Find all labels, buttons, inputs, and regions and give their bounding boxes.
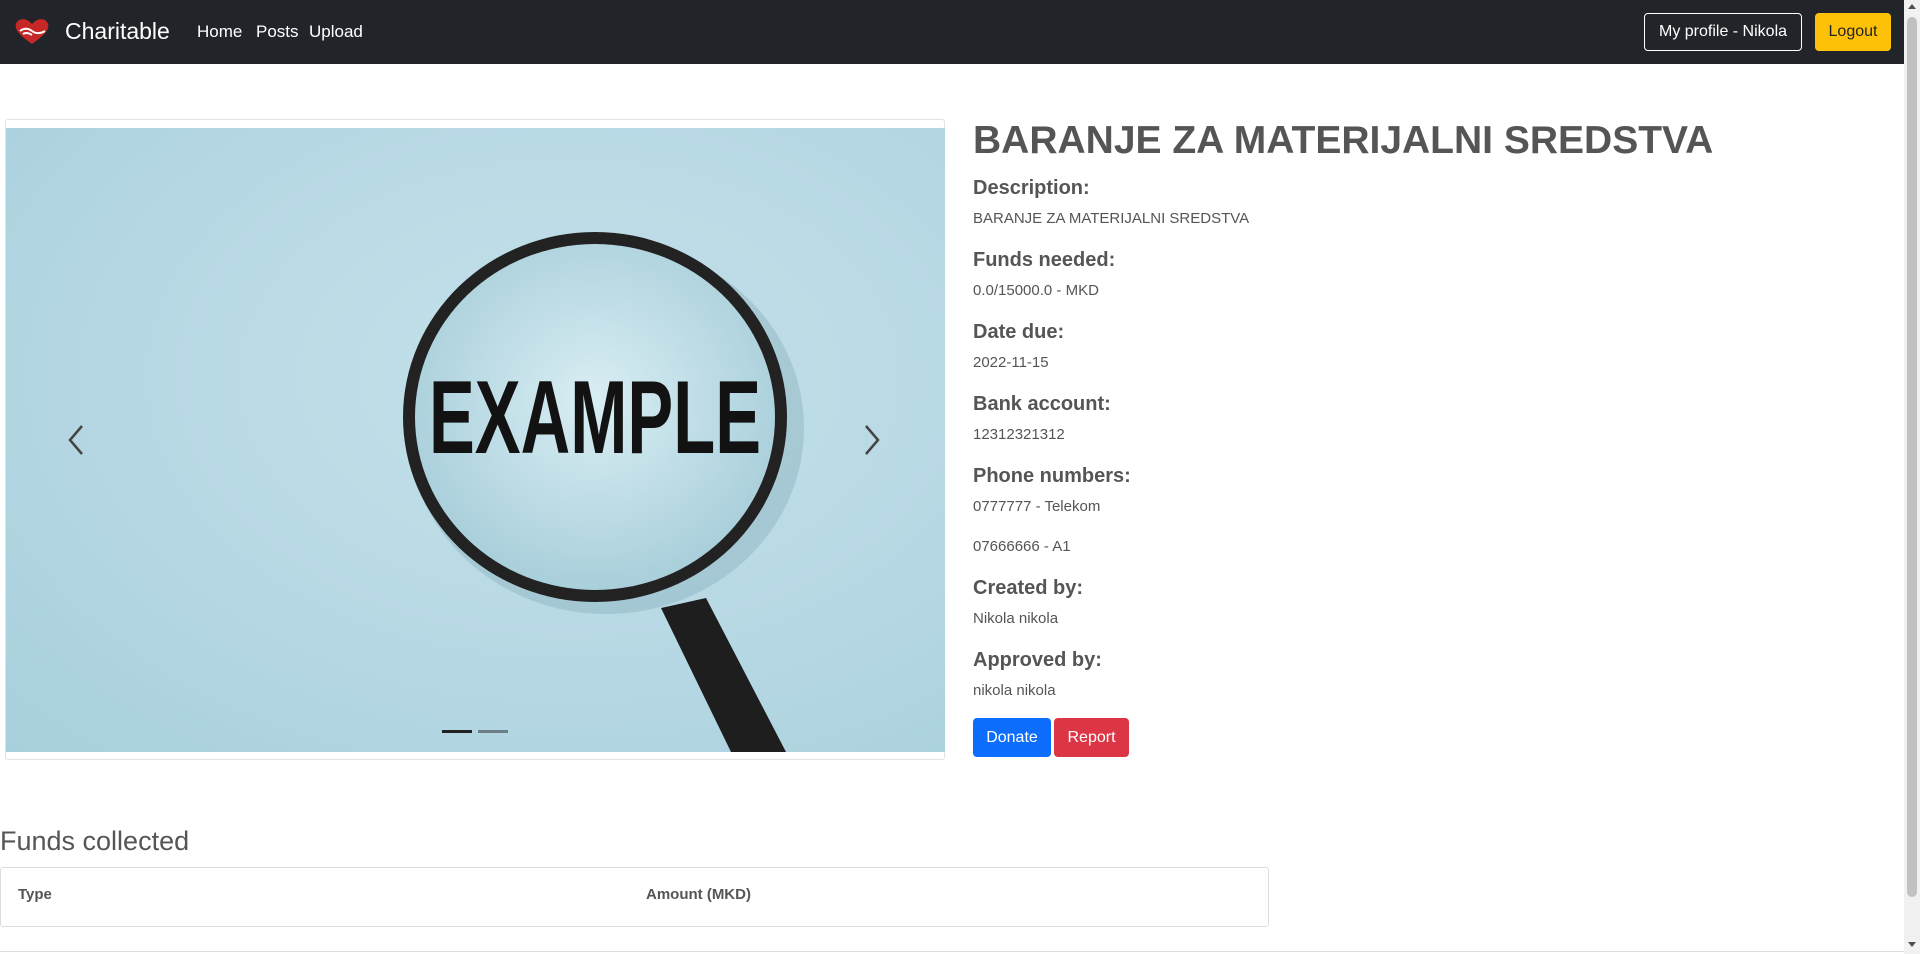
phone-number-item: 07666666 - A1 — [973, 538, 1071, 555]
funds-needed-value: 0.0/15000.0 - MKD — [973, 282, 1099, 299]
magnifier-example-image: EXAMPLE — [403, 232, 804, 752]
phone-numbers-label: Phone numbers: — [973, 465, 1131, 487]
created-by-value: Nikola nikola — [973, 610, 1059, 627]
date-due-value: 2022-11-15 — [973, 354, 1049, 371]
nav-upload-link[interactable]: Upload — [309, 22, 363, 42]
approved-by-label: Approved by: — [973, 649, 1102, 671]
page-scrollbar[interactable] — [1904, 0, 1920, 954]
carousel-indicators — [442, 730, 508, 734]
my-profile-button[interactable]: My profile - Nikola — [1644, 13, 1802, 51]
created-by-label: Created by: — [973, 577, 1084, 599]
funds-needed-label: Funds needed: — [973, 249, 1116, 271]
scroll-up-arrow-icon[interactable] — [1908, 4, 1916, 9]
date-due-label: Date due: — [973, 321, 1065, 343]
approved-by-value: nikola nikola — [973, 682, 1056, 699]
carousel-indicator-2[interactable] — [478, 730, 508, 733]
funds-collected-heading: Funds collected — [0, 826, 190, 856]
table-header-type: Type — [18, 886, 52, 903]
bank-account-value: 12312321312 — [973, 426, 1065, 443]
funds-collected-table: Type Amount (MKD) — [0, 867, 1269, 927]
post-title: BARANJE ZA MATERIJALNI SREDSTVA — [973, 119, 1714, 162]
logout-button[interactable]: Logout — [1815, 13, 1891, 51]
brand-name[interactable]: Charitable — [65, 18, 170, 45]
donate-button[interactable]: Donate — [973, 718, 1051, 757]
carousel-indicator-1[interactable] — [442, 730, 472, 733]
carousel-next-arrow-icon[interactable] — [860, 423, 884, 457]
top-navbar: Charitable Home Posts Upload My profile … — [0, 0, 1904, 64]
phone-number-item: 0777777 - Telekom — [973, 498, 1101, 515]
description-value: BARANJE ZA MATERIJALNI SREDSTVA — [973, 210, 1250, 227]
heart-logo-icon[interactable] — [12, 17, 52, 47]
report-button[interactable]: Report — [1054, 718, 1129, 757]
example-word: EXAMPLE — [429, 360, 761, 476]
table-header-amount: Amount (MKD) — [646, 886, 751, 903]
bank-account-label: Bank account: — [973, 393, 1111, 415]
nav-home-link[interactable]: Home — [197, 22, 242, 42]
carousel-prev-arrow-icon[interactable] — [64, 423, 88, 457]
scrollbar-thumb[interactable] — [1907, 17, 1917, 897]
carousel-slide-image: EXAMPLE — [6, 128, 945, 752]
description-label: Description: — [973, 177, 1090, 199]
page-bottom-divider — [0, 951, 1904, 952]
scroll-down-arrow-icon[interactable] — [1908, 942, 1916, 947]
nav-posts-link[interactable]: Posts — [256, 22, 299, 42]
